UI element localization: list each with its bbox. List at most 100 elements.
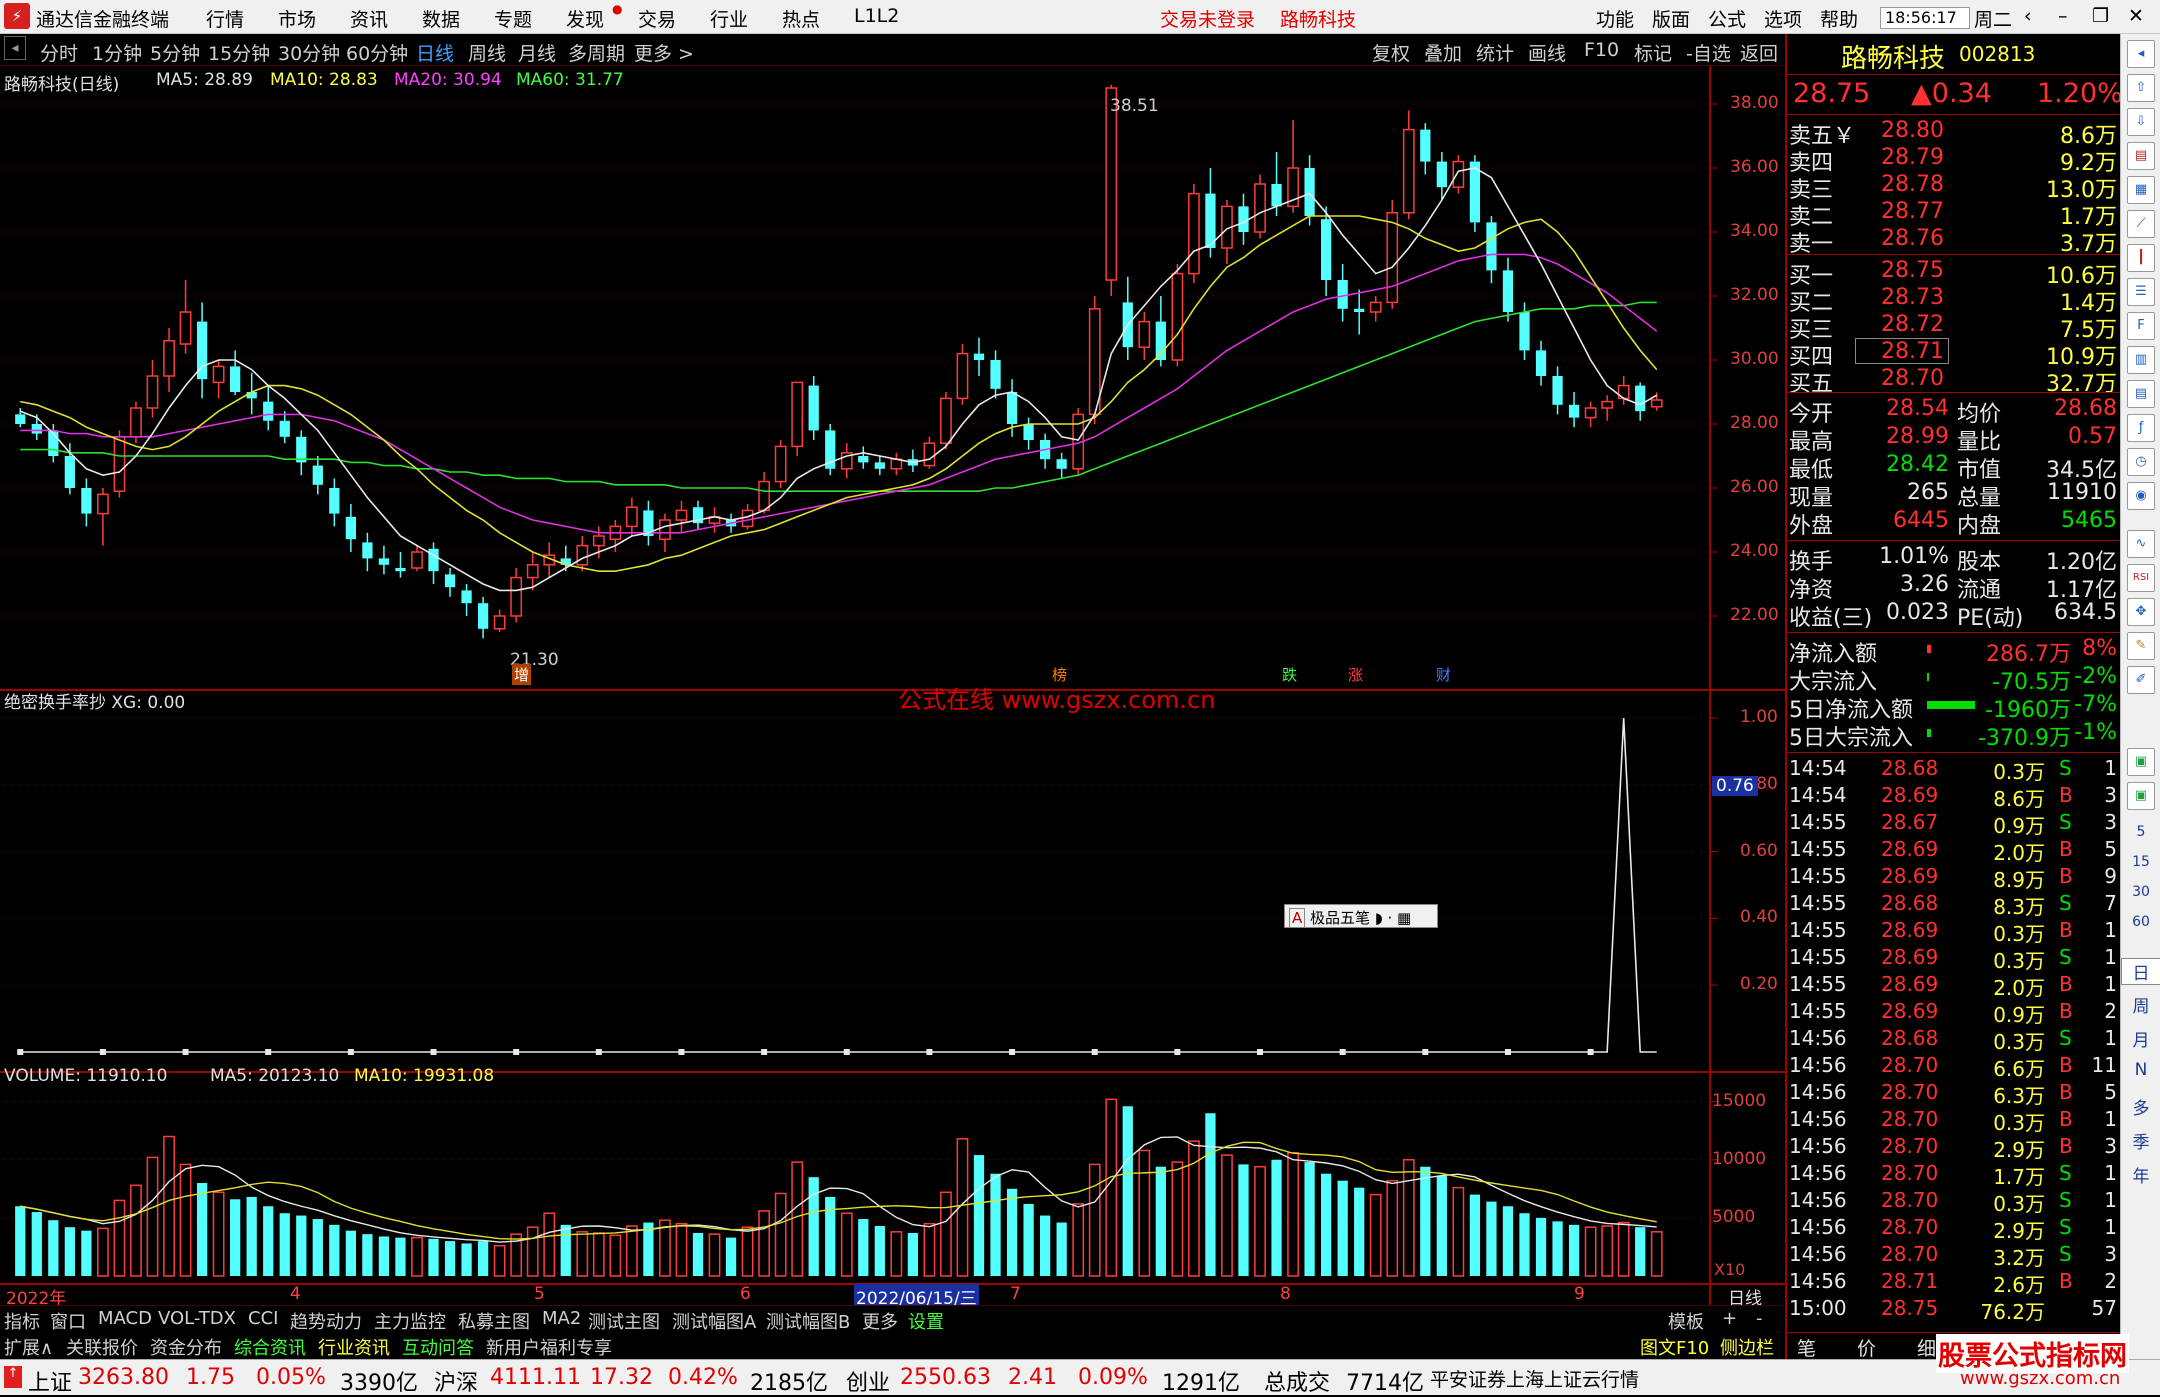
tool-fanhui[interactable]: 返回 [1740, 39, 1778, 66]
side-down-icon[interactable]: ⇩ [2127, 108, 2155, 136]
tab-cci[interactable]: CCI [248, 1308, 278, 1329]
tab-hangye[interactable]: 行业资讯 [318, 1334, 390, 1360]
side-fs-icon[interactable]: ƒ [2127, 414, 2155, 442]
tool-f10[interactable]: F10 [1584, 39, 1619, 61]
menu-hangqing[interactable]: 行情 [206, 5, 244, 32]
side-up-icon[interactable]: ⇧ [2127, 74, 2155, 102]
side-fs3-icon[interactable]: ▣ [2127, 782, 2155, 810]
period-30min[interactable]: 30分钟 [278, 39, 340, 66]
period-month[interactable]: 月线 [518, 39, 556, 66]
tool-fuquan[interactable]: 复权 [1372, 39, 1410, 66]
menu-l1l2[interactable]: L1L2 [854, 5, 899, 27]
tab-minus[interactable]: - [1756, 1308, 1763, 1329]
side-list-icon[interactable]: ▤ [2127, 142, 2155, 170]
tab-ceshi-a[interactable]: 测试幅图A [672, 1308, 756, 1334]
tab-tuwen-f10[interactable]: 图文F10 [1640, 1334, 1709, 1360]
menu-zhuanti[interactable]: 专题 [494, 5, 532, 32]
tab-ceshi-zhu[interactable]: 测试主图 [588, 1308, 660, 1334]
period-1min[interactable]: 1分钟 [92, 39, 142, 66]
tool-huaxian[interactable]: 画线 [1528, 39, 1566, 66]
tool-zixuan[interactable]: -自选 [1686, 39, 1731, 66]
login-status[interactable]: 交易未登录 [1160, 5, 1255, 32]
side-pen-icon[interactable]: ✎ [2127, 632, 2155, 660]
tab-jia[interactable]: 价 [1857, 1334, 1876, 1361]
side-year[interactable]: 年 [2121, 1162, 2160, 1187]
tab-macd[interactable]: MACD [98, 1308, 152, 1329]
marker-zeng[interactable]: 增 [512, 664, 532, 685]
tab-expand[interactable]: 扩展∧ [4, 1334, 53, 1360]
side-camera-icon[interactable]: ◉ [2127, 482, 2155, 510]
tool-tongji[interactable]: 统计 [1476, 39, 1514, 66]
period-15min[interactable]: 15分钟 [208, 39, 270, 66]
menu-bangzhu[interactable]: 帮助 [1820, 5, 1858, 32]
tab-zonghe[interactable]: 综合资讯 [234, 1334, 306, 1360]
tab-vol-tdx[interactable]: VOL-TDX [158, 1308, 236, 1329]
period-day[interactable]: 日线 [416, 39, 454, 66]
side-f10-icon[interactable]: F [2127, 312, 2155, 340]
menu-shichang[interactable]: 市场 [278, 5, 316, 32]
marker-zhang[interactable]: 涨 [1348, 664, 1363, 685]
bid-price[interactable]: 28.72 [1881, 312, 1944, 337]
side-news-icon[interactable]: ▤ [2127, 380, 2155, 408]
tab-ceshi-b[interactable]: 测试幅图B [766, 1308, 850, 1334]
menu-redian[interactable]: 热点 [782, 5, 820, 32]
bid-price[interactable]: 28.75 [1881, 258, 1944, 283]
side-60min[interactable]: 60 [2121, 914, 2160, 930]
ask-price[interactable]: 28.78 [1881, 172, 1944, 197]
tab-template[interactable]: 模板 [1668, 1308, 1704, 1334]
tab-newuser[interactable]: 新用户福利专享 [486, 1334, 612, 1360]
ask-price[interactable]: 28.80 [1881, 118, 1944, 143]
bid-price[interactable]: 28.73 [1881, 285, 1944, 310]
minimize-icon[interactable]: – [2058, 5, 2068, 27]
side-edit-icon[interactable]: ✐ [2127, 666, 2155, 694]
tab-more[interactable]: 更多 [862, 1308, 898, 1334]
period-week[interactable]: 周线 [468, 39, 506, 66]
side-30min[interactable]: 30 [2121, 884, 2160, 900]
tool-diejia[interactable]: 叠加 [1424, 39, 1462, 66]
menu-gongneng[interactable]: 功能 [1596, 5, 1634, 32]
menu-zixun[interactable]: 资讯 [350, 5, 388, 32]
side-week[interactable]: 周 [2121, 992, 2160, 1017]
tab-hudong[interactable]: 互动问答 [402, 1334, 474, 1360]
side-move-icon[interactable]: ✥ [2127, 598, 2155, 626]
period-more[interactable]: 更多 > [634, 39, 694, 66]
side-multi[interactable]: 多 [2121, 1094, 2160, 1119]
sh-name[interactable]: 上证 [28, 1365, 72, 1397]
cy-name[interactable]: 创业 [846, 1365, 890, 1397]
collapse-icon[interactable]: ◂ [4, 36, 26, 60]
tab-zijin[interactable]: 资金分布 [150, 1334, 222, 1360]
side-grid-icon[interactable]: ▦ [2127, 176, 2155, 204]
period-5min[interactable]: 5分钟 [150, 39, 200, 66]
side-table-icon[interactable]: ☰ [2127, 278, 2155, 306]
ime-a-icon[interactable]: A [1289, 908, 1306, 928]
ime-moon-icon[interactable]: ◗ · ▦ [1375, 909, 1411, 927]
side-collapse-icon[interactable]: ◂ [2127, 40, 2155, 68]
ask-price[interactable]: 28.77 [1881, 199, 1944, 224]
side-5min[interactable]: 5 [2121, 824, 2160, 840]
side-month[interactable]: 月 [2121, 1026, 2160, 1051]
side-15min[interactable]: 15 [2121, 854, 2160, 870]
tab-qushi[interactable]: 趋势动力 [290, 1308, 362, 1334]
bid-price[interactable]: 28.70 [1881, 366, 1944, 391]
tool-biaoji[interactable]: 标记 [1634, 39, 1672, 66]
tab-zhibiao[interactable]: 指标 [4, 1308, 40, 1334]
maximize-icon[interactable]: ❐ [2092, 5, 2109, 27]
side-wave-icon[interactable]: ∿ [2127, 530, 2155, 558]
menu-banmian[interactable]: 版面 [1652, 5, 1690, 32]
back-icon[interactable]: ‹ [2024, 5, 2032, 27]
close-icon[interactable]: ✕ [2128, 5, 2144, 27]
menu-gongshi[interactable]: 公式 [1708, 5, 1746, 32]
ime-toolbar[interactable]: A 极品五笔 ◗ · ▦ [1284, 904, 1438, 928]
menu-jiaoyi[interactable]: 交易 [638, 5, 676, 32]
tab-simu[interactable]: 私募主图 [458, 1308, 530, 1334]
marker-cai[interactable]: 财 [1436, 664, 1451, 685]
side-fs2-icon[interactable]: ▣ [2127, 748, 2155, 776]
tab-bi[interactable]: 笔 [1797, 1334, 1816, 1361]
side-doc-icon[interactable]: ▥ [2127, 346, 2155, 374]
side-day[interactable]: 日 [2121, 958, 2160, 985]
marker-die[interactable]: 跌 [1282, 664, 1297, 685]
side-clock-icon[interactable]: ◷ [2127, 448, 2155, 476]
side-season[interactable]: 季 [2121, 1128, 2160, 1153]
side-n[interactable]: N [2121, 1060, 2160, 1080]
ask-price[interactable]: 28.79 [1881, 145, 1944, 170]
